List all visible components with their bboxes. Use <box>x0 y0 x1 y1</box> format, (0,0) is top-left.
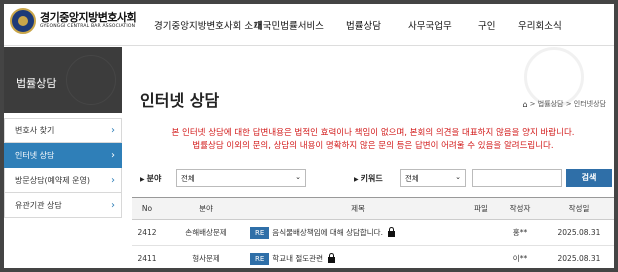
home-icon[interactable]: ⌂ <box>523 100 528 109</box>
consultation-table: No 분야 제목 파일 작성자 작성일 2412 손해배상문제 RE 음식물배상책… <box>132 197 614 268</box>
browser-frame: 경기중앙지방변호사회 GYEONGGI CENTRAL BAR ASSOCIAT… <box>0 0 618 272</box>
column-header-file: 파일 <box>466 197 496 220</box>
sidebar-banner: 법률상담 <box>4 47 122 113</box>
cell-subject[interactable]: RE 음식물배상책임에 대해 상담합니다. <box>250 219 466 246</box>
site-logo[interactable]: 경기중앙지방변호사회 GYEONGGI CENTRAL BAR ASSOCIAT… <box>10 8 137 34</box>
search-bar: ▶ 분야 전체 ⌄ ▶ 키워드 전체 ⌄ 검색 <box>132 169 614 189</box>
cell-subject[interactable]: RE 학교내 절도관련 <box>250 245 466 268</box>
main-content: 인터넷 상담 ⌂ > 법률상담 > 인터넷상담 본 인터넷 상담에 대한 답변내… <box>132 47 614 268</box>
table-row[interactable]: 2412 손해배상문제 RE 음식물배상책임에 대해 상담합니다. 홍** 202… <box>132 219 614 246</box>
reply-badge: RE <box>250 226 270 239</box>
post-title-link[interactable]: 학교내 절도관련 <box>272 254 323 263</box>
sidebar-item-internet-consultation[interactable]: 인터넷 상담 › <box>4 143 122 168</box>
chevron-right-icon: › <box>111 125 115 136</box>
scales-of-justice-icon <box>66 55 116 105</box>
triangle-bullet-icon: ▶ <box>354 176 359 183</box>
notice-line: 법률상담 이외의 문의, 상담의 내용이 명확하지 않은 문의 등은 답변이 어… <box>192 140 554 151</box>
search-button[interactable]: 검색 <box>566 169 612 187</box>
reply-badge: RE <box>250 252 270 265</box>
sidebar-item-label: 방문상담(예약제 운영) <box>15 175 91 185</box>
table-header-row: No 분야 제목 파일 작성자 작성일 <box>132 197 614 220</box>
lock-icon <box>387 226 395 237</box>
chevron-right-icon: › <box>111 199 115 211</box>
bar-association-seal-icon <box>10 8 36 34</box>
keyword-label: ▶ 키워드 <box>354 174 383 183</box>
logo-title: 경기중앙지방변호사회 <box>40 11 137 25</box>
nav-item-secretariat[interactable]: 사무국업무 <box>408 18 478 32</box>
post-title-link[interactable]: 음식물배상책임에 대해 상담합니다. <box>272 228 383 237</box>
cell-no: 2411 <box>132 245 162 268</box>
sidebar-item-find-lawyer[interactable]: 변호사 찾기 › <box>4 118 122 143</box>
sidebar-item-label: 유관기관 상담 <box>15 200 62 210</box>
lock-icon <box>327 252 335 263</box>
nav-item-legal-consultation[interactable]: 법률상담 <box>346 18 408 32</box>
logo-subtitle: GYEONGGI CENTRAL BAR ASSOCIATION <box>40 23 136 29</box>
cell-date: 2025.08.31 <box>544 219 614 246</box>
cell-author: 이** <box>496 245 544 268</box>
sidebar-item-label: 변호사 찾기 <box>15 126 55 135</box>
cell-file <box>466 245 496 268</box>
nav-item-recruit[interactable]: 구인 <box>478 18 518 32</box>
cell-no: 2412 <box>132 219 162 246</box>
sidebar-item-visit-consultation[interactable]: 방문상담(예약제 운영) › <box>4 168 122 193</box>
disclaimer-notice: 본 인터넷 상담에 대한 답변내용은 법적인 효력이나 책임이 없으며, 본회의… <box>132 127 614 153</box>
nav-item-about[interactable]: 경기중앙지방변호사회 소개 <box>154 18 262 32</box>
cell-date: 2025.08.31 <box>544 245 614 268</box>
notice-line: 본 인터넷 상담에 대한 답변내용은 법적인 효력이나 책임이 없으며, 본회의… <box>171 128 575 138</box>
breadcrumb: ⌂ > 법률상담 > 인터넷상담 <box>522 99 606 109</box>
sidebar-menu: 변호사 찾기 › 인터넷 상담 › 방문상담(예약제 운영) › 유관기관 상담… <box>4 118 122 218</box>
chevron-down-icon: ⌄ <box>295 173 301 181</box>
cell-category: 손해배상문제 <box>162 219 250 246</box>
nav-item-news[interactable]: 우리회소식 <box>518 18 578 32</box>
keyword-select[interactable]: 전체 ⌄ <box>400 169 466 187</box>
column-header-subject: 제목 <box>250 197 466 220</box>
category-select[interactable]: 전체 ⌄ <box>176 169 306 187</box>
nav-item-public-legal-service[interactable]: 대국민법률서비스 <box>254 18 346 32</box>
category-label: ▶ 분야 <box>140 174 162 183</box>
column-header-author: 작성자 <box>496 197 544 220</box>
column-header-category: 분야 <box>162 197 250 220</box>
breadcrumb-current: 인터넷상담 <box>573 100 606 108</box>
triangle-bullet-icon: ▶ <box>140 176 145 183</box>
search-input[interactable] <box>472 169 562 187</box>
column-header-date: 작성일 <box>544 197 614 220</box>
breadcrumb-item[interactable]: 법률상담 <box>538 99 564 109</box>
chevron-down-icon: ⌄ <box>455 173 461 181</box>
cell-file <box>466 219 496 246</box>
site-header: 경기중앙지방변호사회 GYEONGGI CENTRAL BAR ASSOCIAT… <box>4 4 614 46</box>
main-nav: 경기중앙지방변호사회 소개 대국민법률서비스 법률상담 사무국업무 구인 우리회… <box>154 18 578 32</box>
table-row[interactable]: 2411 형사문제 RE 학교내 절도관련 이** 2025.08.31 <box>132 245 614 268</box>
chevron-right-icon: › <box>111 149 115 161</box>
sidebar-item-label: 인터넷 상담 <box>15 150 55 160</box>
column-header-no: No <box>132 197 162 220</box>
sidebar-item-related-agencies[interactable]: 유관기관 상담 › <box>4 193 122 218</box>
page-title: 인터넷 상담 <box>140 91 220 110</box>
cell-category: 형사문제 <box>162 245 250 268</box>
sidebar-title: 법률상담 <box>16 77 57 90</box>
chevron-right-icon: › <box>111 174 115 186</box>
cell-author: 홍** <box>496 219 544 246</box>
